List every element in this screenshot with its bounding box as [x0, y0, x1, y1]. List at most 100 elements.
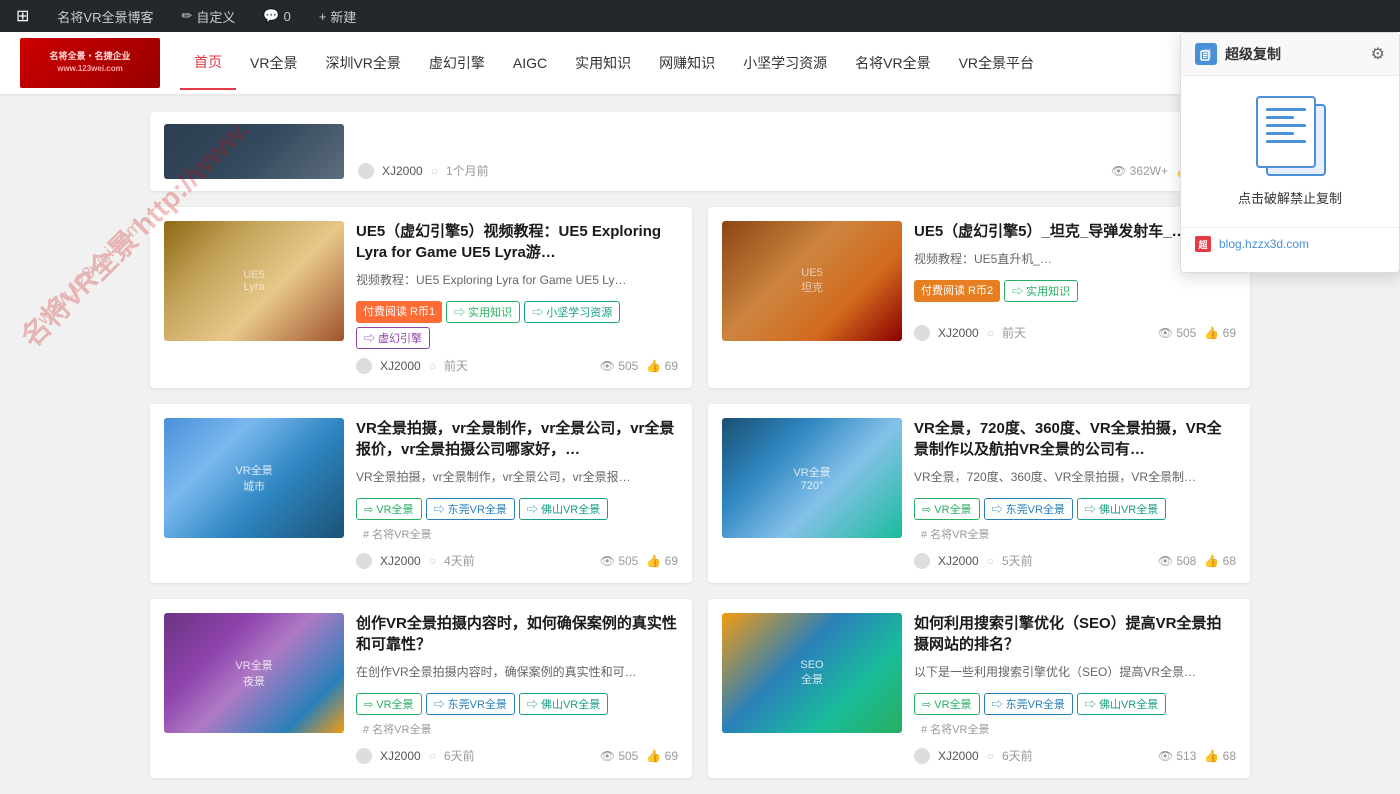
post-title-3[interactable]: VR全景拍摄，vr全景制作，vr全景公司，vr全景报价，vr全景拍摄公司哪家好，… [356, 418, 678, 460]
post-card-5: VR全景夜景 创作VR全景拍摄内容时，如何确保案例的真实性和可靠性？ 在创作VR… [150, 599, 692, 778]
wp-logo-button[interactable]: ⊞ [10, 0, 35, 32]
tag-2-1[interactable]: ⇨ 实用知识 [1004, 280, 1078, 302]
dot-4: ○ [987, 554, 994, 568]
avatar-1 [356, 358, 372, 374]
post-thumb-1[interactable]: UE5Lyra [164, 221, 344, 341]
site-name-button[interactable]: 名将VR全景博客 [51, 0, 159, 32]
tag-6-3[interactable]: # 名将VR全景 [914, 719, 996, 739]
views-4: 👁 508 [1158, 554, 1197, 568]
author-1: XJ2000 [380, 359, 421, 373]
doc-line-5 [1266, 140, 1306, 143]
tag-6-2[interactable]: ⇨ 佛山VR全景 [1077, 693, 1166, 715]
popup-site-row: 超 blog.hzzx3d.com [1181, 227, 1399, 260]
tag-5-0[interactable]: ⇨ VR全景 [356, 693, 422, 715]
popup-action-text[interactable]: 点击破解禁止复制 [1238, 188, 1342, 207]
popup-title: 超级复制 [1225, 44, 1281, 64]
customize-label: 自定义 [196, 7, 235, 26]
new-post-button[interactable]: + 新建 [313, 0, 363, 32]
post-thumb-2[interactable]: UE5坦克 [722, 221, 902, 341]
post-excerpt-5: 在创作VR全景拍摄内容时，确保案例的真实性和可… [356, 663, 678, 681]
post-thumb-3[interactable]: VR全景城市 [164, 418, 344, 538]
site-name-label: 名将VR全景博客 [57, 7, 153, 26]
top-card-info: XJ2000 ○ 1个月前 👁 362W+ 👍 62.7W+ [358, 124, 1236, 179]
post-meta-5: XJ2000 ○ 6天前 👁 505 👍 69 [356, 747, 678, 764]
tag-2-0[interactable]: 付费阅读 R币2 [914, 280, 1000, 302]
nav-item-home[interactable]: 首页 [180, 36, 236, 90]
tag-1-2[interactable]: ⇨ 小坚学习资源 [524, 301, 620, 323]
author-3: XJ2000 [380, 554, 421, 568]
popup-gear-icon[interactable]: ⚙ [1371, 44, 1385, 64]
tag-5-3[interactable]: # 名将VR全景 [356, 719, 438, 739]
likes-1: 👍 69 [646, 359, 678, 373]
top-meta-author: XJ2000 [382, 164, 423, 178]
post-title-4[interactable]: VR全景，720度、360度、VR全景拍摄，VR全景制作以及航拍VR全景的公司有… [914, 418, 1236, 460]
post-tags-1: 付费阅读 R币1 ⇨ 实用知识 ⇨ 小坚学习资源 ⇨ 虚幻引擎 [356, 301, 678, 349]
comments-icon: 💬 [263, 8, 279, 24]
tag-4-2[interactable]: ⇨ 佛山VR全景 [1077, 498, 1166, 520]
nav-item-shenzhen-vr[interactable]: 深圳VR全景 [311, 37, 414, 89]
post-card-2: UE5坦克 UE5（虚幻引擎5）_坦克_导弹发射车_… 视频教程：UE5直升机_… [708, 207, 1250, 388]
tag-3-3[interactable]: # 名将VR全景 [356, 524, 438, 544]
post-excerpt-1: 视频教程：UE5 Exploring Lyra for Game UE5 Ly… [356, 271, 678, 289]
tag-3-0[interactable]: ⇨ VR全景 [356, 498, 422, 520]
post-info-4: VR全景，720度、360度、VR全景拍摄，VR全景制作以及航拍VR全景的公司有… [914, 418, 1236, 569]
nav-item-ue[interactable]: 虚幻引擎 [415, 37, 499, 89]
tag-1-3[interactable]: ⇨ 虚幻引擎 [356, 327, 430, 349]
post-card-1-inner: UE5Lyra UE5（虚幻引擎5）视频教程：UE5 Exploring Lyr… [150, 207, 692, 388]
doc-line-3 [1266, 124, 1306, 127]
tag-4-3[interactable]: # 名将VR全景 [914, 524, 996, 544]
time-3: 4天前 [444, 552, 475, 569]
tag-6-1[interactable]: ⇨ 东莞VR全景 [984, 693, 1073, 715]
views-2: 👁 505 [1158, 326, 1197, 340]
doc-line-4 [1266, 132, 1294, 135]
nav-item-earn[interactable]: 网赚知识 [645, 37, 729, 89]
super-copy-popup: 超级复制 ⚙ 点击破解禁止复制 超 blog.hzzx3d.com [1180, 32, 1400, 273]
comments-button[interactable]: 💬 0 [257, 0, 296, 32]
tag-3-2[interactable]: ⇨ 佛山VR全景 [519, 498, 608, 520]
author-5: XJ2000 [380, 749, 421, 763]
post-title-6[interactable]: 如何利用搜索引擎优化（SEO）提高VR全景拍摄网站的排名？ [914, 613, 1236, 655]
copy-doc-front [1256, 96, 1316, 168]
popup-favicon: 超 [1195, 236, 1211, 252]
dot-5: ○ [429, 749, 436, 763]
nav-item-vr-platform[interactable]: VR全景平台 [945, 37, 1048, 89]
post-title-5[interactable]: 创作VR全景拍摄内容时，如何确保案例的真实性和可靠性？ [356, 613, 678, 655]
post-card-6: SEO全景 如何利用搜索引擎优化（SEO）提高VR全景拍摄网站的排名？ 以下是一… [708, 599, 1250, 778]
tag-4-1[interactable]: ⇨ 东莞VR全景 [984, 498, 1073, 520]
main-container: XJ2000 ○ 1个月前 👁 362W+ 👍 62.7W+ UE5Lyra U… [130, 112, 1270, 778]
customize-button[interactable]: ✏ 自定义 [175, 0, 241, 32]
post-info-3: VR全景拍摄，vr全景制作，vr全景公司，vr全景报价，vr全景拍摄公司哪家好，… [356, 418, 678, 569]
nav-item-vr[interactable]: VR全景 [236, 37, 311, 89]
post-thumb-4[interactable]: VR全景720° [722, 418, 902, 538]
tag-4-0[interactable]: ⇨ VR全景 [914, 498, 980, 520]
dot-3: ○ [429, 554, 436, 568]
nav-item-skills[interactable]: 实用知识 [561, 37, 645, 89]
super-copy-extension-icon [1195, 43, 1217, 65]
post-meta-2: XJ2000 ○ 前天 👁 505 👍 69 [914, 324, 1236, 341]
nav-item-mingjiang-vr[interactable]: 名将VR全景 [841, 37, 944, 89]
top-meta-dot: ○ [431, 164, 438, 178]
post-thumb-5[interactable]: VR全景夜景 [164, 613, 344, 733]
time-2: 前天 [1002, 324, 1026, 341]
tag-3-1[interactable]: ⇨ 东莞VR全景 [426, 498, 515, 520]
views-5: 👁 505 [600, 749, 639, 763]
tag-5-1[interactable]: ⇨ 东莞VR全景 [426, 693, 515, 715]
tag-1-0[interactable]: 付费阅读 R币1 [356, 301, 442, 323]
author-4: XJ2000 [938, 554, 979, 568]
site-nav: 首页 VR全景 深圳VR全景 虚幻引擎 AIGC 实用知识 网赚知识 小坚学习资… [180, 36, 1048, 90]
tag-6-0[interactable]: ⇨ VR全景 [914, 693, 980, 715]
tag-5-2[interactable]: ⇨ 佛山VR全景 [519, 693, 608, 715]
dot-6: ○ [987, 749, 994, 763]
tag-1-1[interactable]: ⇨ 实用知识 [446, 301, 520, 323]
site-logo[interactable]: 名将全景・名捷企业 www.123wei.com [20, 38, 160, 88]
popup-title-area: 超级复制 [1195, 43, 1281, 65]
post-thumb-6[interactable]: SEO全景 [722, 613, 902, 733]
nav-item-resources[interactable]: 小坚学习资源 [729, 37, 841, 89]
nav-item-aigc[interactable]: AIGC [499, 39, 561, 87]
post-card-3: VR全景城市 VR全景拍摄，vr全景制作，vr全景公司，vr全景报价，vr全景拍… [150, 404, 692, 583]
popup-site-url[interactable]: blog.hzzx3d.com [1219, 237, 1309, 251]
post-meta-6: XJ2000 ○ 6天前 👁 513 👍 68 [914, 747, 1236, 764]
top-meta-avatar [358, 163, 374, 179]
avatar-2 [914, 325, 930, 341]
post-title-1[interactable]: UE5（虚幻引擎5）视频教程：UE5 Exploring Lyra for Ga… [356, 221, 678, 263]
